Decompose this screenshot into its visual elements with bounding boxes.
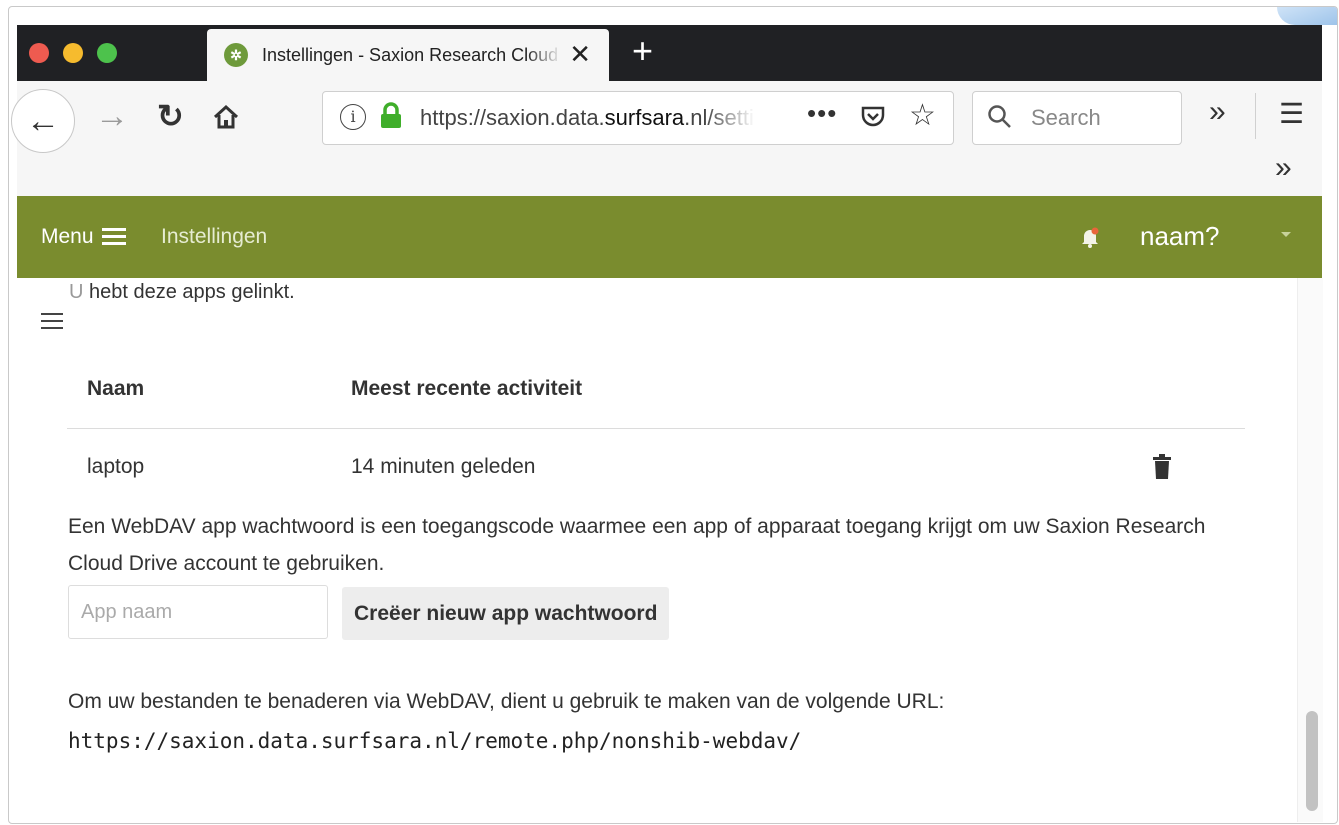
webdav-url: https://saxion.data.surfsara.nl/remote.p…: [68, 729, 802, 753]
column-header-name: Naam: [87, 377, 145, 400]
favicon-icon: ✲: [224, 43, 248, 67]
app-header: Menu Instellingen naam?: [17, 196, 1322, 278]
back-button[interactable]: ←: [11, 89, 75, 153]
url-text[interactable]: https://saxion.data.surfsara.nl/settings…: [420, 105, 755, 131]
app-name-input[interactable]: [68, 585, 328, 639]
search-icon: [987, 104, 1013, 135]
address-bar[interactable]: i https://saxion.data.surfsara.nl/settin…: [322, 91, 954, 145]
minimize-window-button[interactable]: [63, 43, 83, 63]
reload-button[interactable]: ↻: [157, 97, 184, 135]
create-app-password-button[interactable]: Creëer nieuw app wachtwoord: [342, 587, 670, 640]
toolbar-divider: [1255, 93, 1256, 139]
user-menu-name[interactable]: naam?: [1140, 221, 1220, 252]
lock-icon[interactable]: [378, 102, 404, 135]
table-divider: [67, 428, 1245, 429]
app-row-activity: 14 minuten geleden: [351, 455, 536, 478]
corner-decoration: [1277, 7, 1337, 25]
app-menu-label: Menu: [41, 224, 94, 248]
tab-close-button[interactable]: ✕: [569, 41, 591, 67]
app-menu-button[interactable]: Menu: [41, 224, 126, 249]
scrollbar-thumb[interactable]: [1306, 711, 1318, 811]
back-arrow-icon: ←: [26, 101, 60, 140]
hamburger-menu-icon[interactable]: ☰: [1279, 97, 1304, 130]
search-input[interactable]: [1029, 104, 1173, 132]
notification-bell-icon[interactable]: [1080, 226, 1100, 253]
info-icon[interactable]: i: [340, 104, 366, 130]
menu-icon: [101, 224, 126, 249]
bookmarks-overflow-button[interactable]: »: [1275, 151, 1292, 185]
home-button[interactable]: [212, 103, 240, 136]
linked-apps-intro: U hebt deze apps gelinkt.: [69, 281, 295, 303]
window-controls: [29, 43, 117, 63]
delete-trash-icon[interactable]: [1152, 454, 1172, 485]
column-header-activity: Meest recente activiteit: [351, 377, 583, 400]
nav-toolbar: ← → ↻ i https://saxion.data.surfsara.nl/…: [11, 81, 1322, 196]
settings-content: U hebt deze apps gelinkt. Naam Meest rec…: [17, 278, 1323, 822]
chevron-down-icon[interactable]: [1281, 232, 1291, 237]
close-window-button[interactable]: [29, 43, 49, 63]
forward-button[interactable]: →: [95, 97, 129, 136]
search-bar[interactable]: [972, 91, 1182, 145]
webdav-description: Een WebDAV app wachtwoord is een toegang…: [68, 515, 1206, 575]
home-icon: [213, 104, 239, 129]
maximize-window-button[interactable]: [97, 43, 117, 63]
toolbar-overflow-button[interactable]: »: [1209, 95, 1226, 129]
tab-bar: ✲ Instellingen - Saxion Research Cloud D…: [17, 25, 1322, 81]
webdav-info-text: Om uw bestanden te benaderen via WebDAV,…: [68, 690, 945, 713]
pocket-icon[interactable]: [860, 105, 886, 134]
page-actions-icon[interactable]: •••: [807, 98, 837, 129]
sidebar-toggle-icon[interactable]: [41, 308, 63, 334]
app-row-name: laptop: [87, 455, 145, 478]
breadcrumb[interactable]: Instellingen: [161, 225, 267, 249]
new-tab-button[interactable]: +: [632, 31, 653, 71]
tab-title: Instellingen - Saxion Research Cloud Dri…: [262, 44, 562, 65]
bookmark-star-icon[interactable]: ☆: [909, 98, 936, 133]
tab-active[interactable]: ✲ Instellingen - Saxion Research Cloud D…: [207, 29, 609, 81]
